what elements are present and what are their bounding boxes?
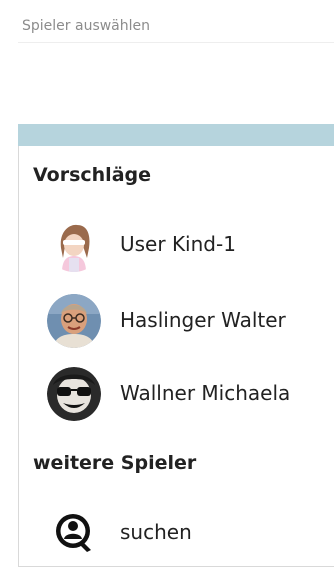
- suggestion-item-haslinger-walter[interactable]: Haslinger Walter: [19, 288, 334, 354]
- photo-avatar: [47, 294, 101, 348]
- child-avatar-icon: [47, 218, 101, 272]
- field-divider: [18, 42, 334, 43]
- suggestion-item-user-kind-1[interactable]: User Kind-1: [19, 212, 334, 278]
- suggestions-header: Vorschläge: [33, 164, 152, 186]
- suggestion-name: Haslinger Walter: [120, 308, 286, 332]
- search-players-button[interactable]: suchen: [19, 500, 334, 566]
- input-highlight-bar[interactable]: [18, 124, 334, 146]
- field-label: Spieler auswählen: [22, 18, 151, 34]
- player-select-panel: Spieler auswählen Vorschläge User Kind-1…: [0, 0, 334, 569]
- suggestions-dropdown: Vorschläge User Kind-1 Haslinger Walter …: [18, 146, 334, 567]
- suggestion-name: Wallner Michaela: [120, 381, 291, 405]
- photo-avatar: [47, 367, 101, 421]
- more-players-header: weitere Spieler: [33, 452, 197, 474]
- search-person-icon: [47, 506, 101, 560]
- suggestion-name: User Kind-1: [120, 232, 236, 256]
- suggestion-item-wallner-michaela[interactable]: Wallner Michaela: [19, 361, 334, 427]
- search-label: suchen: [120, 520, 192, 544]
